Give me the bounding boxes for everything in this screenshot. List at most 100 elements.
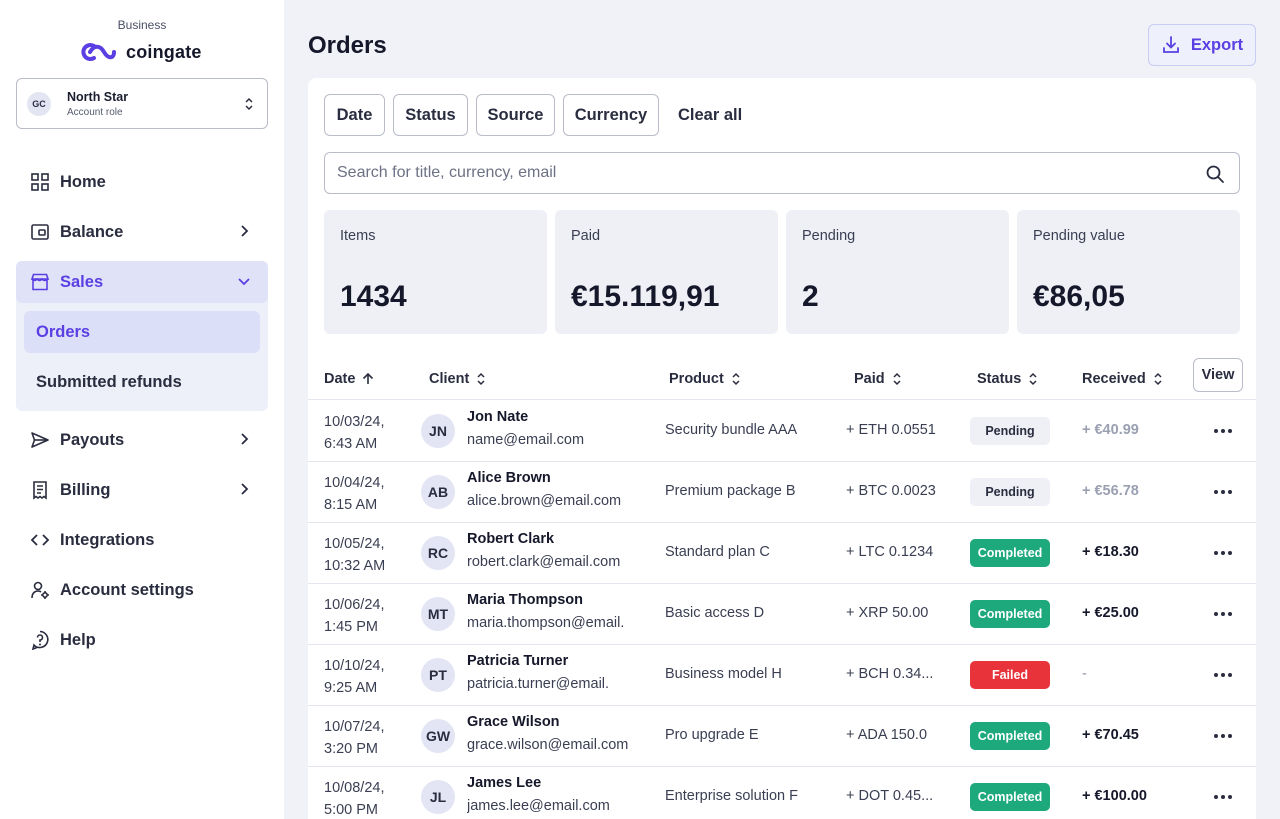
more-options-icon[interactable] [1213, 789, 1233, 805]
filter-source-button[interactable]: Source [476, 94, 555, 136]
stat-pending: Pending 2 [786, 210, 1009, 334]
client-name: Grace Wilson [467, 714, 560, 730]
sidebar-item-billing[interactable]: Billing [16, 469, 268, 511]
sidebar-item-integrations[interactable]: Integrations [16, 519, 268, 561]
download-icon [1162, 36, 1179, 53]
table-row[interactable]: 10/05/24, 10:32 AM RC Robert Clark robert… [308, 523, 1256, 584]
client-avatar: JL [421, 780, 455, 814]
sidebar-item-label: Payouts [60, 430, 125, 449]
client-name: James Lee [467, 775, 542, 791]
sidebar-item-label: Account settings [60, 580, 194, 599]
row-product: Enterprise solution F [665, 788, 798, 804]
client-avatar: PT [421, 658, 455, 692]
row-received: - [1082, 666, 1087, 682]
status-badge: Completed [970, 783, 1050, 811]
row-date: 10/06/24, 1:45 PM [324, 597, 385, 635]
export-button[interactable]: Export [1148, 24, 1256, 66]
row-received: + €100.00 [1082, 788, 1147, 804]
client-avatar: RC [421, 536, 455, 570]
more-options-icon[interactable] [1213, 423, 1233, 439]
more-options-icon[interactable] [1213, 606, 1233, 622]
more-options-icon[interactable] [1213, 667, 1233, 683]
sidebar-item-balance[interactable]: Balance [16, 211, 268, 253]
sort-ascending-icon [363, 372, 374, 384]
table-row[interactable]: 10/07/24, 3:20 PM GW Grace Wilson grace.w… [308, 706, 1256, 767]
row-product: Security bundle AAA [665, 422, 798, 438]
row-received: + €40.99 [1082, 422, 1139, 438]
brand-logo[interactable]: coingate [80, 38, 202, 66]
search-input[interactable] [337, 164, 1187, 182]
account-switcher[interactable]: GC North Star Account role [16, 78, 268, 129]
sidebar-item-label: Billing [60, 480, 111, 499]
sidebar-item-home[interactable]: Home [16, 161, 268, 203]
row-product: Standard plan C [665, 544, 770, 560]
clear-all-button[interactable]: Clear all [678, 94, 742, 136]
brand-name: coingate [126, 41, 202, 62]
stat-items: Items 1434 [324, 210, 547, 334]
row-product: Basic access D [665, 605, 765, 621]
column-header-received[interactable]: Received [1082, 358, 1164, 400]
table-row[interactable]: 10/10/24, 9:25 AM PT Patricia Turner patr… [308, 645, 1256, 706]
stat-value: €86,05 [1033, 280, 1125, 313]
more-options-icon[interactable] [1213, 545, 1233, 561]
sidebar-item-account-settings[interactable]: Account settings [16, 569, 268, 611]
sidebar-item-label: Home [60, 172, 106, 191]
column-header-status[interactable]: Status [977, 358, 1039, 400]
sidebar-item-help[interactable]: Help [16, 619, 268, 661]
row-received: + €56.78 [1082, 483, 1139, 499]
more-options-icon[interactable] [1213, 484, 1233, 500]
user-settings-icon [30, 580, 50, 600]
row-received: + €70.45 [1082, 727, 1139, 743]
more-options-icon[interactable] [1213, 728, 1233, 744]
client-avatar: GW [421, 719, 455, 753]
stat-label: Items [340, 228, 376, 244]
table-row[interactable]: 10/08/24, 5:00 PM JL James Lee james.lee@… [308, 767, 1256, 819]
column-header-paid[interactable]: Paid [854, 358, 903, 400]
chevron-down-icon [238, 278, 250, 286]
chevron-right-icon [241, 225, 249, 237]
table-row[interactable]: 10/03/24, 6:43 AM JN Jon Nate name@email.… [308, 401, 1256, 462]
account-role: Account role [67, 106, 123, 118]
filter-date-button[interactable]: Date [324, 94, 385, 136]
brand-subtitle: Business [117, 18, 167, 32]
column-header-product[interactable]: Product [669, 358, 742, 400]
status-badge: Pending [970, 478, 1050, 506]
table-row[interactable]: 10/04/24, 8:15 AM AB Alice Brown alice.br… [308, 462, 1256, 523]
sort-icon [732, 372, 740, 386]
client-name: Alice Brown [467, 470, 551, 486]
column-header-date[interactable]: Date [324, 358, 375, 400]
client-email: name@email.com [467, 432, 585, 448]
stat-label: Pending value [1033, 228, 1125, 244]
row-paid: + DOT 0.45... [846, 788, 934, 804]
client-avatar: JN [421, 414, 455, 448]
sidebar-item-label: Sales [60, 272, 104, 291]
column-header-label: Product [669, 371, 724, 387]
stat-label: Pending [802, 228, 856, 244]
status-badge: Completed [970, 600, 1050, 628]
chevron-up-down-icon [245, 97, 253, 111]
row-paid: + XRP 50.00 [846, 605, 929, 621]
column-header-label: Client [429, 371, 470, 387]
column-header-client[interactable]: Client [429, 358, 487, 400]
row-product: Pro upgrade E [665, 727, 759, 743]
page-title: Orders [308, 32, 387, 59]
sidebar-item-label: Integrations [60, 530, 155, 549]
stat-paid: Paid €15.119,91 [555, 210, 778, 334]
sidebar-item-payouts[interactable]: Payouts [16, 419, 268, 461]
client-name: Patricia Turner [467, 653, 569, 669]
sort-icon [1029, 372, 1037, 386]
status-badge: Completed [970, 539, 1050, 567]
sort-icon [1154, 372, 1162, 386]
row-received: + €18.30 [1082, 544, 1139, 560]
filter-currency-button[interactable]: Currency [563, 94, 659, 136]
filter-status-button[interactable]: Status [393, 94, 468, 136]
table-header: Date Client Product Paid Status Received… [308, 358, 1256, 400]
table-row[interactable]: 10/06/24, 1:45 PM MT Maria Thompson maria… [308, 584, 1256, 645]
view-button[interactable]: View [1193, 358, 1243, 392]
client-email: alice.brown@email.com [467, 493, 622, 509]
sidebar-item-sales[interactable]: Sales [16, 261, 268, 303]
sidebar-subitem-orders[interactable]: Orders [24, 311, 260, 353]
search-icon[interactable] [1205, 164, 1225, 184]
sidebar-subitem-submitted-refunds[interactable]: Submitted refunds [24, 361, 260, 403]
sidebar-item-label: Help [60, 630, 96, 649]
